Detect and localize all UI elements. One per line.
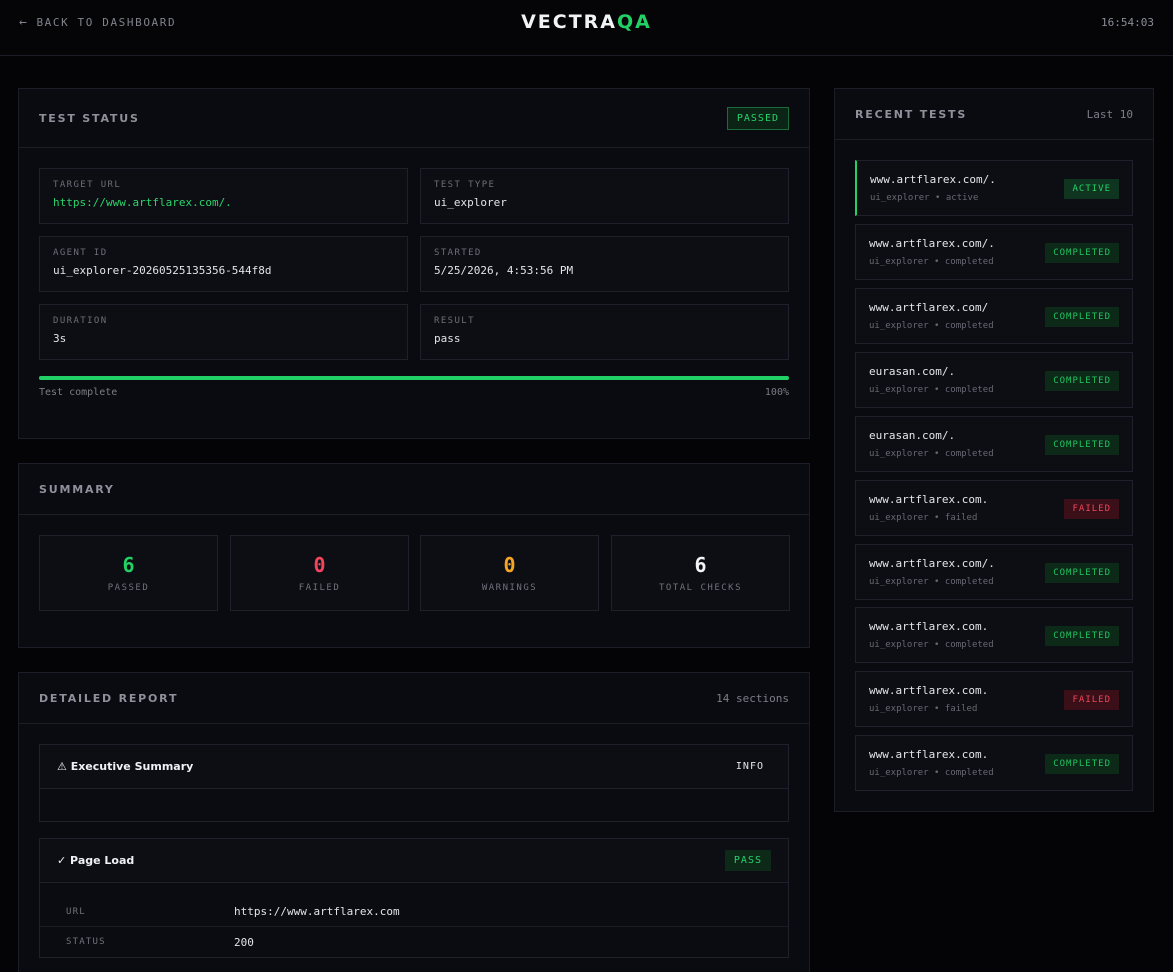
report-section-page-load[interactable]: ✓ Page Load PASS URL https://www.artflar… [39,838,789,958]
agent-id-field: AGENT ID ui_explorer-20260525135356-544f… [39,236,408,292]
recent-test-status-badge: COMPLETED [1045,243,1119,263]
recent-test-status-badge: COMPLETED [1045,435,1119,455]
test-status-title: TEST STATUS [39,111,140,125]
field-label: AGENT ID [53,248,108,258]
recent-test-item[interactable]: www.artflarex.com. ui_explorer • failed FA… [855,671,1133,727]
summary-header: SUMMARY [19,464,809,515]
clock: 16:54:03 [1101,16,1154,29]
stat-value: 6 [694,553,707,577]
field-value: 5/25/2026, 4:53:56 PM [434,264,574,277]
section-badge: PASS [724,850,771,871]
stat-label: PASSED [107,583,150,593]
test-type-field: TEST TYPE ui_explorer [420,168,789,224]
field-value: ui_explorer [434,196,507,209]
recent-test-item[interactable]: www.artflarex.com/ui_explorer • complete… [855,288,1133,344]
recent-tests-header: RECENT TESTS Last 10 [835,89,1153,140]
duration-field: DURATION 3s [39,304,408,360]
stat-warnings: 0 WARNINGS [420,535,599,611]
field-label: TEST TYPE [434,180,496,190]
field-value: pass [434,332,461,345]
recent-test-status-badge: COMPLETED [1045,563,1119,583]
recent-tests-subtitle: Last 10 [1086,107,1133,121]
report-title: DETAILED REPORT [39,691,179,705]
recent-test-status-badge: FAILED [1064,499,1119,519]
recent-test-status-badge: COMPLETED [1045,371,1119,391]
field-value: ui_explorer-20260525135356-544f8d [53,264,272,277]
field-label: TARGET URL [53,180,122,190]
stat-label: TOTAL CHECKS [658,583,743,593]
stat-label: WARNINGS [481,583,538,593]
logo-accent: QA [617,11,652,33]
field-label: STARTED [434,248,482,258]
stat-value: 0 [313,553,326,577]
recent-test-item[interactable]: www.artflarex.com/. ui_explorer • complet… [855,224,1133,280]
target-url-field: TARGET URL https://www.artflarex.com/. [39,168,408,224]
recent-test-item[interactable]: www.artflarex.com. ui_explorer • failed FA… [855,480,1133,536]
section-header[interactable]: ⚠ Executive Summary INFO [40,745,788,789]
recent-test-status-badge: COMPLETED [1045,626,1119,646]
result-field: RESULT pass [420,304,789,360]
test-status-panel: TEST STATUS PASSED TARGET URL https://ww… [18,88,810,439]
recent-tests-panel: RECENT TESTS Last 10 www.artflarex.com/.… [834,88,1154,812]
report-section-count: 14 sections [716,691,789,705]
progress-bar [39,376,789,380]
stat-passed: 6 PASSED [39,535,218,611]
progress-fill [39,376,789,380]
stat-label: FAILED [298,583,341,593]
row-value: https://www.artflarex.com [234,905,400,918]
recent-test-status-badge: FAILED [1064,690,1119,710]
detailed-report-panel: DETAILED REPORT 14 sections ⚠ Executive … [18,672,810,972]
recent-tests-title: RECENT TESTS [855,107,968,121]
target-url-link[interactable]: https://www.artflarex.com/. [53,196,394,209]
test-status-header: TEST STATUS PASSED [19,89,809,148]
report-section-executive-summary[interactable]: ⚠ Executive Summary INFO [39,744,789,822]
progress-percent: 100% [764,387,789,398]
stat-value: 0 [503,553,516,577]
started-field: STARTED 5/25/2026, 4:53:56 PM [420,236,789,292]
row-value: 200 [234,935,254,949]
recent-test-item[interactable]: www.artflarex.com. ui_explorer • complete… [855,607,1133,663]
summary-title: SUMMARY [39,482,115,496]
recent-test-item[interactable]: eurasan.com/. ui_explorer • completed COMP… [855,416,1133,472]
top-bar: ← BACK TO DASHBOARD VECTRAQA 16:54:03 [0,0,1173,56]
field-label: DURATION [53,316,108,326]
report-row-url: URL https://www.artflarex.com [40,897,788,927]
section-badge: INFO [735,761,764,772]
section-title: ⚠ Executive Summary [57,760,194,773]
row-key: URL [66,906,86,917]
stat-failed: 0 FAILED [230,535,409,611]
recent-test-item[interactable]: eurasan.com/. ui_explorer • completed COMP… [855,352,1133,408]
progress-label: Test complete [39,387,118,398]
section-title: ✓ Page Load [57,854,135,867]
status-badge: PASSED [726,106,789,130]
report-row-status: STATUS 200 [40,927,788,957]
field-value: 3s [53,332,67,345]
recent-test-item[interactable]: www.artflarex.com/. ui_explorer • complet… [855,544,1133,600]
stat-total-checks: 6 TOTAL CHECKS [611,535,790,611]
logo-main: VECTRA [521,11,618,33]
summary-panel: SUMMARY 6 PASSED 0 FAILED 0 WARNINGS 6 T… [18,463,810,648]
recent-test-item[interactable]: www.artflarex.com. ui_explorer • complete… [855,735,1133,791]
report-header: DETAILED REPORT 14 sections [19,673,809,724]
logo: VECTRAQA [0,11,1173,33]
recent-test-status-badge: ACTIVE [1064,179,1119,199]
stat-value: 6 [122,553,135,577]
field-label: RESULT [434,316,475,326]
recent-test-status-badge: COMPLETED [1045,307,1119,327]
recent-test-item[interactable]: www.artflarex.com/. ui_explorer • active A… [855,160,1133,216]
section-header[interactable]: ✓ Page Load PASS [40,839,788,883]
recent-test-status-badge: COMPLETED [1045,754,1119,774]
